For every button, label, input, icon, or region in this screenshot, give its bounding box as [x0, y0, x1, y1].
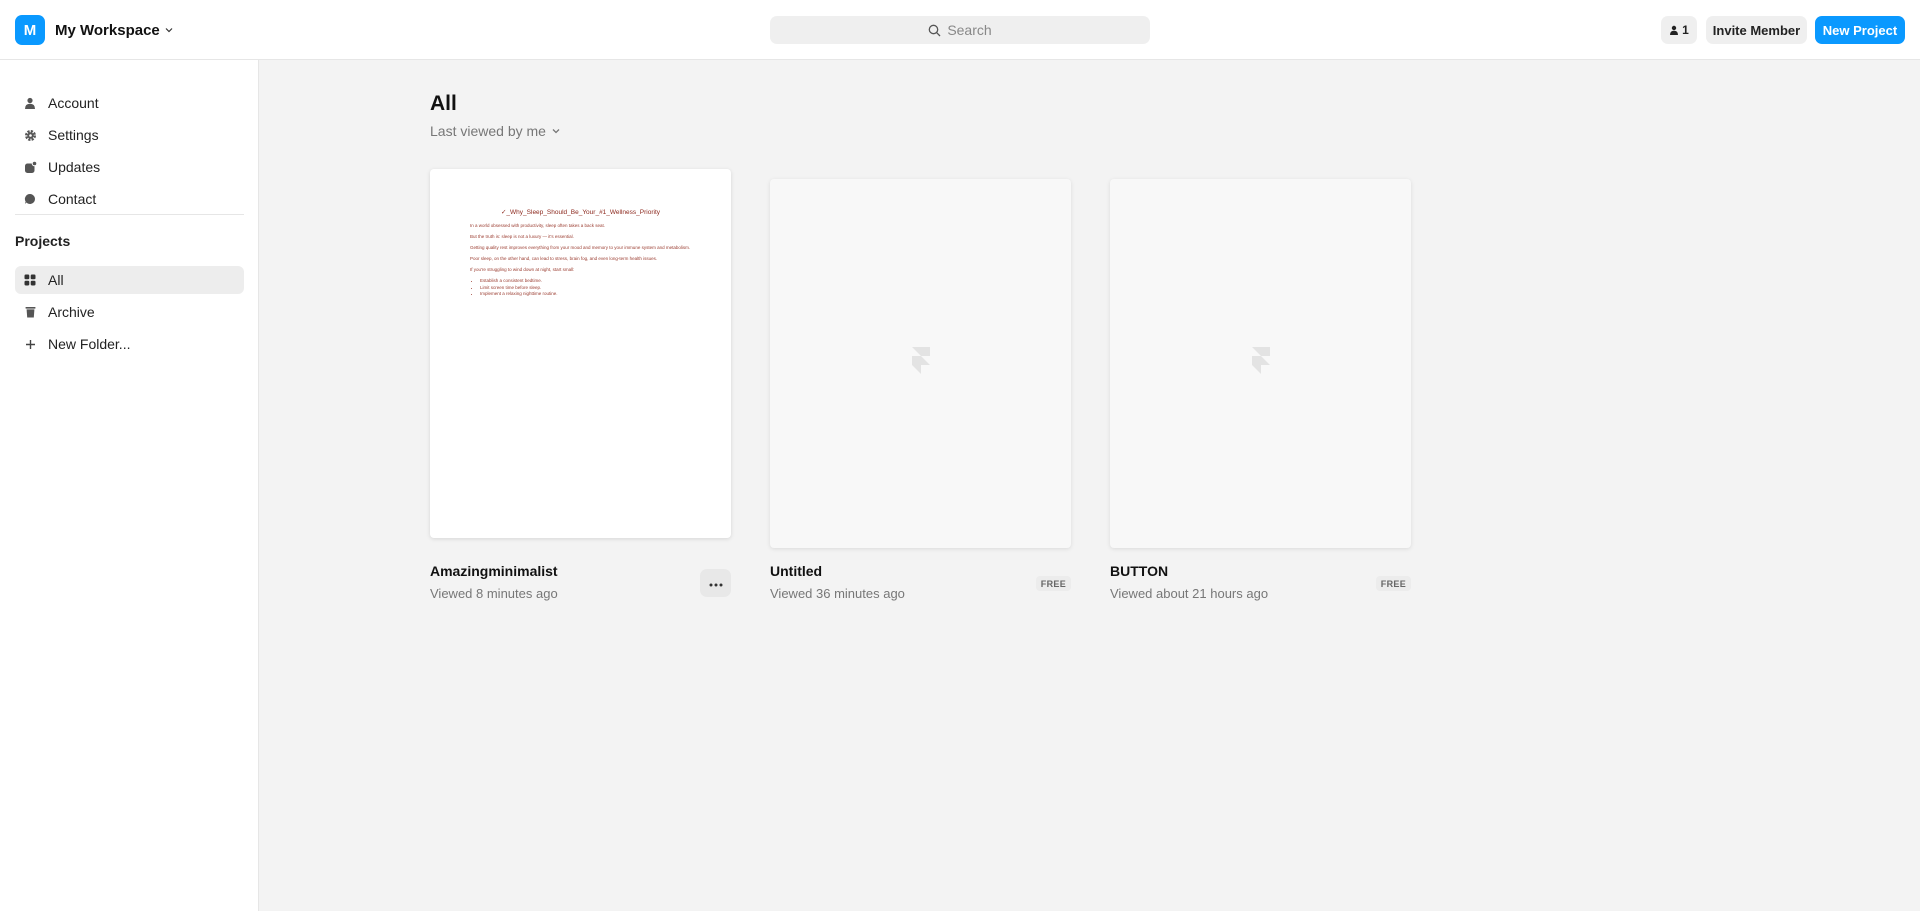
search-placeholder: Search — [947, 22, 992, 38]
sidebar-item-label: All — [48, 272, 64, 288]
preview-paragraph: If you're struggling to wind down at nig… — [470, 266, 575, 272]
project-title: BUTTON — [1110, 563, 1169, 579]
project-title: Amazingminimalist — [430, 563, 558, 579]
preview-paragraph: In a world obsessed with productivity, s… — [470, 223, 605, 229]
preview-paragraph: But the truth is: sleep is not a luxury … — [470, 234, 574, 240]
sidebar-item-label: New Folder... — [48, 336, 131, 352]
project-thumbnail[interactable]: ✓_Why_Sleep_Should_Be_Your_#1_Wellness_P… — [430, 169, 731, 538]
gear-icon — [15, 129, 45, 142]
project-last-viewed: Viewed 36 minutes ago — [770, 586, 905, 601]
plan-badge: FREE — [1375, 576, 1411, 591]
sidebar-item-settings[interactable]: Settings — [15, 121, 244, 149]
framer-logo-icon — [1251, 346, 1271, 381]
project-last-viewed: Viewed 8 minutes ago — [430, 586, 558, 601]
invite-member-button[interactable]: Invite Member — [1706, 16, 1807, 44]
sort-label: Last viewed by me — [430, 123, 546, 139]
plus-icon — [15, 339, 45, 350]
sidebar: Account Settings Updates Contact Project… — [0, 60, 259, 911]
sidebar-item-label: Updates — [48, 159, 101, 175]
ellipsis-icon — [709, 574, 723, 592]
document-preview: ✓_Why_Sleep_Should_Be_Your_#1_Wellness_P… — [470, 209, 691, 298]
search-icon — [928, 24, 941, 37]
grid-icon — [15, 274, 45, 286]
sidebar-item-new-folder[interactable]: New Folder... — [15, 330, 244, 358]
sidebar-item-all[interactable]: All — [15, 266, 244, 294]
user-icon — [1669, 25, 1679, 35]
page-title: All — [430, 92, 457, 115]
workspace-avatar: M — [15, 15, 45, 45]
members-button[interactable]: 1 — [1661, 16, 1697, 44]
chat-icon — [15, 193, 45, 205]
plan-badge: FREE — [1035, 576, 1071, 591]
sidebar-item-account[interactable]: Account — [15, 89, 244, 117]
preview-paragraph: Getting quality rest improves everything… — [470, 245, 691, 251]
trash-icon — [15, 306, 45, 318]
sidebar-divider — [15, 214, 244, 215]
preview-paragraph: Poor sleep, on the other hand, can lead … — [470, 255, 658, 261]
workspace-name: My Workspace — [55, 21, 160, 39]
top-bar: M My Workspace Search 1 Invite Member Ne… — [0, 0, 1920, 60]
updates-icon — [15, 160, 45, 174]
sidebar-item-label: Contact — [48, 191, 97, 207]
new-project-button[interactable]: New Project — [1815, 16, 1905, 44]
more-options-button[interactable] — [700, 569, 731, 597]
sidebar-item-archive[interactable]: Archive — [15, 298, 244, 326]
project-last-viewed: Viewed about 21 hours ago — [1110, 586, 1269, 601]
project-title: Untitled — [770, 563, 823, 579]
preview-heading: ✓_Why_Sleep_Should_Be_Your_#1_Wellness_P… — [500, 209, 661, 216]
project-thumbnail[interactable] — [770, 179, 1071, 548]
projects-section-title: Projects — [15, 233, 71, 249]
search-input[interactable]: Search — [770, 16, 1150, 44]
sidebar-item-label: Account — [48, 95, 99, 111]
workspace-switcher[interactable]: M My Workspace — [15, 15, 174, 45]
sidebar-item-label: Settings — [48, 127, 99, 143]
sidebar-item-updates[interactable]: Updates — [15, 153, 244, 181]
preview-bullet: Implement a relaxing nighttime routine. — [480, 291, 691, 297]
chevron-down-icon — [164, 25, 174, 35]
preview-bullet: Establish a consistent bedtime. — [480, 278, 691, 284]
sort-dropdown[interactable]: Last viewed by me — [430, 123, 561, 139]
project-thumbnail[interactable] — [1110, 179, 1411, 548]
user-icon — [15, 97, 45, 109]
preview-bullet: Limit screen time before sleep. — [480, 285, 691, 291]
member-count: 1 — [1682, 23, 1689, 37]
chevron-down-icon — [551, 126, 561, 136]
sidebar-item-contact[interactable]: Contact — [15, 185, 244, 213]
sidebar-item-label: Archive — [48, 304, 95, 320]
framer-logo-icon — [911, 346, 931, 381]
